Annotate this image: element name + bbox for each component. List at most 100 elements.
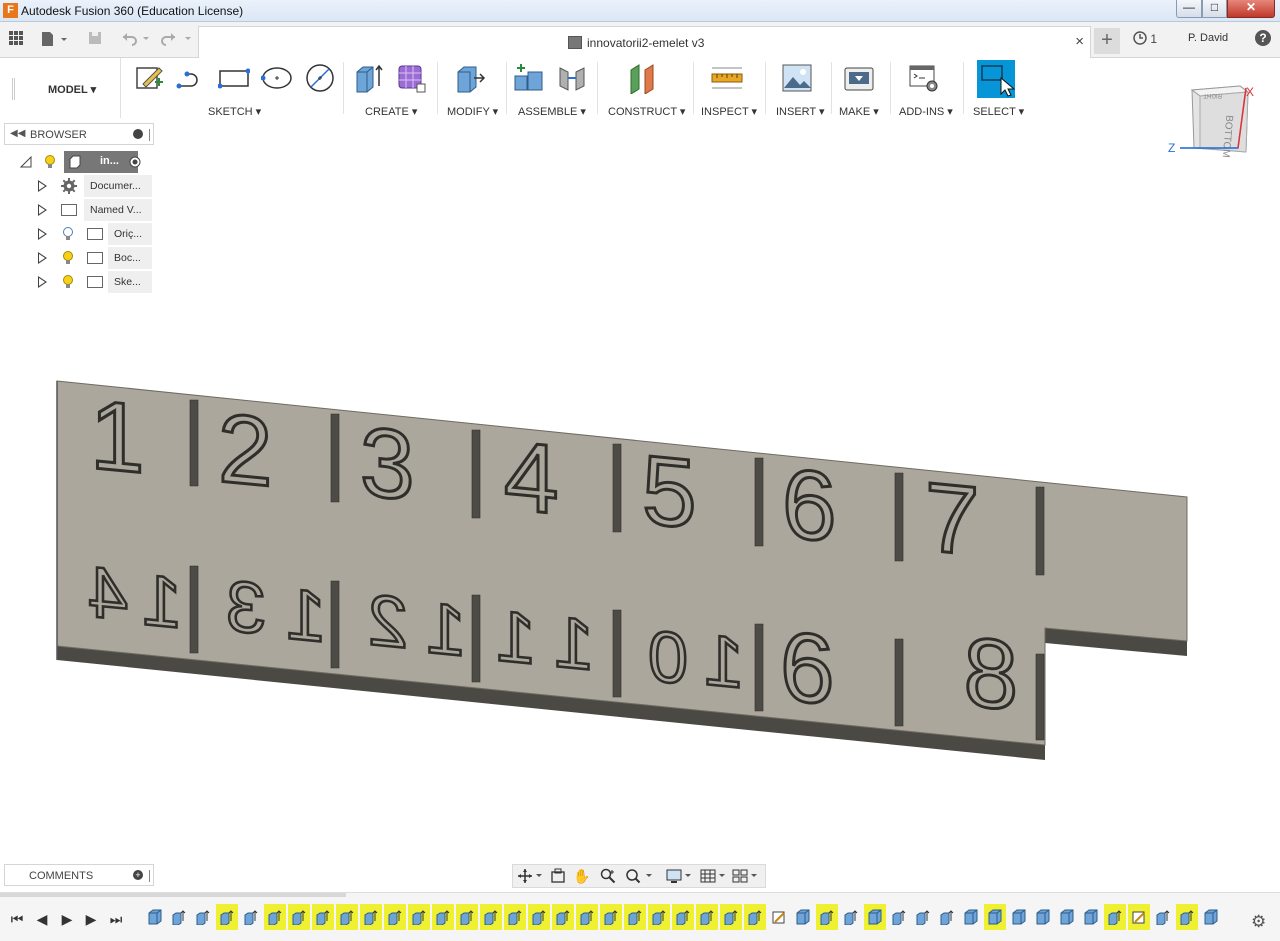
add-comment-button[interactable]: + <box>133 870 143 880</box>
timeline-feature-extrude[interactable] <box>336 904 358 930</box>
look-at-icon[interactable] <box>549 868 567 884</box>
sketch-menu[interactable]: SKETCH ▾ <box>208 105 261 118</box>
timeline-feature-extrude[interactable] <box>264 904 286 930</box>
joint-icon[interactable] <box>556 62 588 94</box>
timeline-feature-extrude[interactable] <box>408 904 430 930</box>
press-pull-icon[interactable] <box>454 62 486 94</box>
select-icon[interactable] <box>977 60 1016 98</box>
timeline-feature-body[interactable] <box>1080 904 1102 930</box>
timeline-feature-extrude[interactable] <box>1176 904 1198 930</box>
timeline-feature-extrude[interactable] <box>480 904 502 930</box>
timeline-feature-extrude[interactable] <box>672 904 694 930</box>
browser-item-origin[interactable]: Oriç... <box>4 223 154 245</box>
timeline-first-button[interactable]: ⏮ <box>8 910 26 928</box>
timeline-feature-sketch[interactable] <box>768 904 790 930</box>
timeline-feature-body[interactable] <box>960 904 982 930</box>
comments-panel[interactable]: COMMENTS + <box>4 864 154 886</box>
timeline-feature-body[interactable] <box>864 904 886 930</box>
user-account-menu[interactable]: P. David <box>1188 32 1228 44</box>
timeline-feature-extrude[interactable] <box>528 904 550 930</box>
timeline-feature-extrude[interactable] <box>504 904 526 930</box>
timeline-feature-extrude[interactable] <box>816 904 838 930</box>
timeline-feature-extrude[interactable] <box>384 904 406 930</box>
timeline-feature-extrude[interactable] <box>1104 904 1126 930</box>
workspace-switcher[interactable]: MODEL ▾ <box>5 58 121 118</box>
timeline-feature-body[interactable] <box>984 904 1006 930</box>
create-sketch-icon[interactable] <box>133 62 165 94</box>
timeline-feature-extrude[interactable] <box>720 904 742 930</box>
timeline-feature-extrude[interactable] <box>624 904 646 930</box>
redo-icon[interactable] <box>160 30 194 50</box>
timeline-feature-extrude[interactable] <box>600 904 622 930</box>
timeline-feature-extrude[interactable] <box>840 904 862 930</box>
timeline-feature-extrude[interactable] <box>456 904 478 930</box>
browser-root-row[interactable]: in... <box>4 151 154 173</box>
modify-menu[interactable]: MODIFY ▾ <box>447 105 498 118</box>
timeline-feature-body[interactable] <box>792 904 814 930</box>
timeline-feature-body[interactable] <box>1032 904 1054 930</box>
offset-plane-icon[interactable] <box>627 62 659 95</box>
timeline-feature-extrude[interactable] <box>744 904 766 930</box>
maximize-button[interactable]: □ <box>1202 0 1227 18</box>
timeline-play-button[interactable]: ▶ <box>58 910 76 928</box>
timeline-last-button[interactable]: ⏭ <box>107 910 125 928</box>
select-menu[interactable]: SELECT ▾ <box>973 105 1024 118</box>
pan-hand-icon[interactable]: ✋ <box>573 868 591 884</box>
timeline-feature-body[interactable] <box>1056 904 1078 930</box>
rectangle-icon[interactable] <box>217 62 251 94</box>
timeline-feature-extrude[interactable] <box>192 904 214 930</box>
timeline-feature-body[interactable] <box>144 904 166 930</box>
browser-item-sketches[interactable]: Ske... <box>4 271 154 293</box>
timeline-feature-extrude[interactable] <box>576 904 598 930</box>
scripts-addins-icon[interactable] <box>908 62 940 94</box>
orbit-icon[interactable] <box>517 868 543 884</box>
extrude-icon[interactable] <box>353 62 385 94</box>
addins-menu[interactable]: ADD-INS ▾ <box>899 105 953 118</box>
timeline-feature-extrude[interactable] <box>216 904 238 930</box>
browser-item-named-views[interactable]: Named V... <box>4 199 154 221</box>
measure-icon[interactable] <box>711 62 743 94</box>
timeline-feature-extrude[interactable] <box>936 904 958 930</box>
panel-grip[interactable] <box>149 129 151 141</box>
expand-triangle-icon[interactable] <box>38 276 47 288</box>
browser-item-document-settings[interactable]: Documer... <box>4 175 154 197</box>
activate-radio-icon[interactable] <box>129 156 141 168</box>
timeline-feature-extrude[interactable] <box>912 904 934 930</box>
visibility-bulb-off-icon[interactable] <box>62 227 74 241</box>
timeline-feature-extrude[interactable] <box>312 904 334 930</box>
job-status[interactable]: 1 <box>1133 31 1157 46</box>
timeline-next-button[interactable]: ▶ <box>82 910 100 928</box>
timeline-feature-body[interactable] <box>1008 904 1030 930</box>
panel-grip[interactable] <box>149 870 151 882</box>
3d-print-icon[interactable] <box>843 62 875 94</box>
circle-icon[interactable] <box>260 62 293 94</box>
model-viewport[interactable]: 1 2 3 4 5 6 7 4 1 3 1 2 1 1 1 0 1 6 8 <box>0 300 1280 780</box>
expanded-triangle-icon[interactable] <box>20 156 32 168</box>
viewports-icon[interactable] <box>731 868 761 884</box>
help-button[interactable]: ? <box>1255 30 1271 46</box>
expand-triangle-icon[interactable] <box>38 252 47 264</box>
timeline-feature-extrude[interactable] <box>288 904 310 930</box>
timeline-feature-extrude[interactable] <box>696 904 718 930</box>
construct-menu[interactable]: CONSTRUCT ▾ <box>608 105 685 118</box>
timeline-feature-extrude[interactable] <box>240 904 262 930</box>
new-tab-button[interactable]: + <box>1094 28 1120 54</box>
timeline-feature-extrude[interactable] <box>552 904 574 930</box>
expand-triangle-icon[interactable] <box>38 228 47 240</box>
assemble-menu[interactable]: ASSEMBLE ▾ <box>518 105 586 118</box>
collapse-panel-icon[interactable]: ◀◀ <box>10 128 25 139</box>
timeline-prev-button[interactable]: ◀ <box>33 910 51 928</box>
timeline-scrollbar[interactable] <box>0 893 346 897</box>
expand-triangle-icon[interactable] <box>38 204 47 216</box>
arc-icon[interactable] <box>304 62 336 94</box>
visibility-bulb-icon[interactable] <box>62 275 74 289</box>
insert-image-icon[interactable] <box>781 62 813 94</box>
save-icon[interactable] <box>84 30 106 50</box>
data-panel-grid-icon[interactable] <box>5 30 27 50</box>
fit-zoom-icon[interactable] <box>625 868 655 884</box>
timeline-feature-extrude[interactable] <box>648 904 670 930</box>
close-tab-button[interactable]: × <box>1075 33 1084 50</box>
display-settings-icon[interactable] <box>665 868 695 884</box>
timeline-settings-gear-icon[interactable]: ⚙ <box>1251 912 1266 932</box>
timeline-feature-sketch[interactable] <box>1128 904 1150 930</box>
